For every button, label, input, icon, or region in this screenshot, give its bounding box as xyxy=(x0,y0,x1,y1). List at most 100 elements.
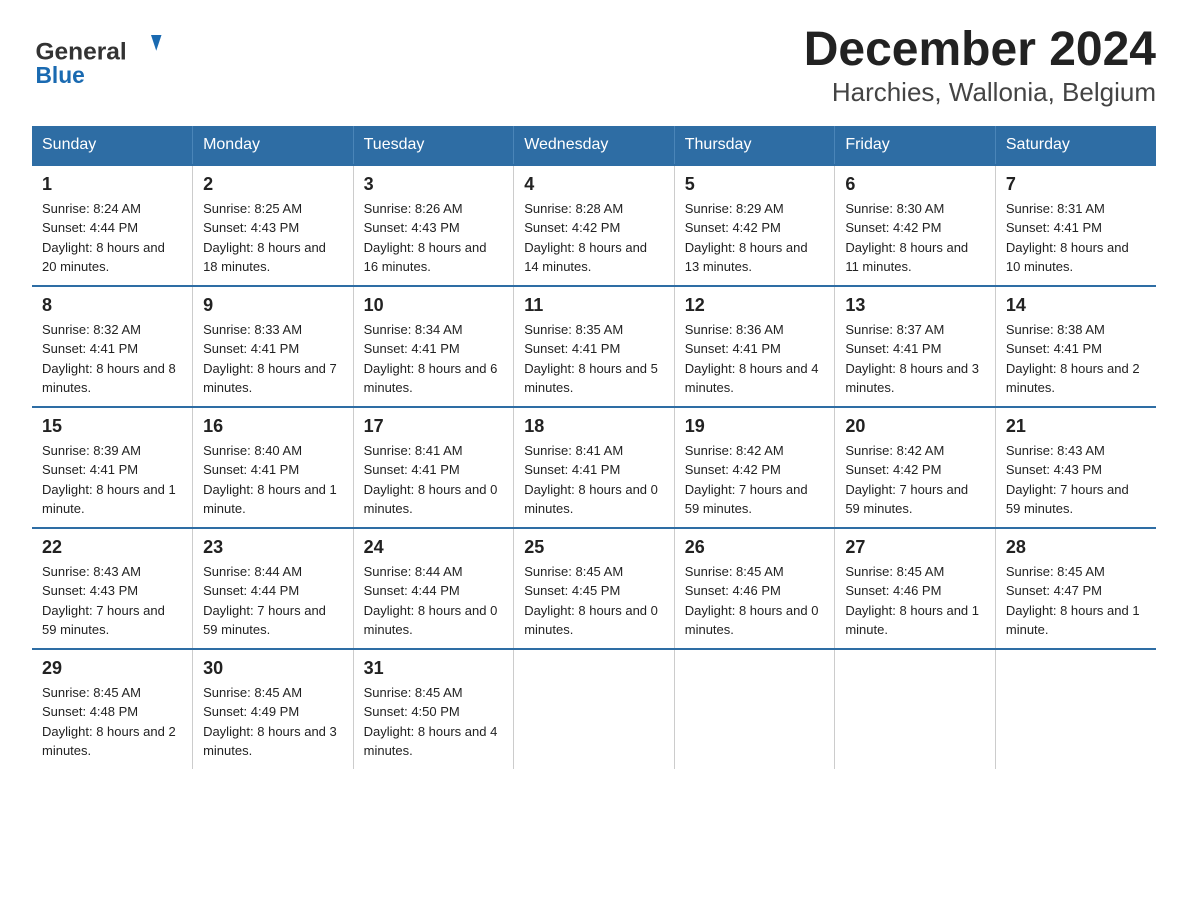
day-cell-8: 8 Sunrise: 8:32 AM Sunset: 4:41 PM Dayli… xyxy=(32,286,193,407)
sunrise-label: Sunrise: 8:34 AM xyxy=(364,322,463,337)
day-cell-17: 17 Sunrise: 8:41 AM Sunset: 4:41 PM Dayl… xyxy=(353,407,514,528)
day-cell-5: 5 Sunrise: 8:29 AM Sunset: 4:42 PM Dayli… xyxy=(674,165,835,286)
sunset-label: Sunset: 4:41 PM xyxy=(203,341,299,356)
day-number: 14 xyxy=(1006,295,1146,316)
sunrise-label: Sunrise: 8:32 AM xyxy=(42,322,141,337)
daylight-label: Daylight: 7 hours and 59 minutes. xyxy=(685,482,808,517)
sunrise-label: Sunrise: 8:41 AM xyxy=(524,443,623,458)
day-info: Sunrise: 8:24 AM Sunset: 4:44 PM Dayligh… xyxy=(42,199,182,277)
sunrise-label: Sunrise: 8:35 AM xyxy=(524,322,623,337)
sunset-label: Sunset: 4:44 PM xyxy=(203,583,299,598)
day-cell-28: 28 Sunrise: 8:45 AM Sunset: 4:47 PM Dayl… xyxy=(995,528,1156,649)
empty-cell xyxy=(674,649,835,769)
daylight-label: Daylight: 8 hours and 1 minute. xyxy=(42,482,176,517)
empty-cell xyxy=(995,649,1156,769)
day-number: 6 xyxy=(845,174,985,195)
day-info: Sunrise: 8:41 AM Sunset: 4:41 PM Dayligh… xyxy=(524,441,664,519)
day-cell-31: 31 Sunrise: 8:45 AM Sunset: 4:50 PM Dayl… xyxy=(353,649,514,769)
day-info: Sunrise: 8:34 AM Sunset: 4:41 PM Dayligh… xyxy=(364,320,504,398)
sunset-label: Sunset: 4:41 PM xyxy=(1006,341,1102,356)
day-info: Sunrise: 8:45 AM Sunset: 4:50 PM Dayligh… xyxy=(364,683,504,761)
daylight-label: Daylight: 8 hours and 0 minutes. xyxy=(524,603,658,638)
daylight-label: Daylight: 8 hours and 3 minutes. xyxy=(845,361,979,396)
sunrise-label: Sunrise: 8:31 AM xyxy=(1006,201,1105,216)
sunset-label: Sunset: 4:44 PM xyxy=(42,220,138,235)
day-info: Sunrise: 8:37 AM Sunset: 4:41 PM Dayligh… xyxy=(845,320,985,398)
day-cell-4: 4 Sunrise: 8:28 AM Sunset: 4:42 PM Dayli… xyxy=(514,165,675,286)
sunrise-label: Sunrise: 8:26 AM xyxy=(364,201,463,216)
calendar-table: SundayMondayTuesdayWednesdayThursdayFrid… xyxy=(32,126,1156,769)
sunrise-label: Sunrise: 8:24 AM xyxy=(42,201,141,216)
sunset-label: Sunset: 4:49 PM xyxy=(203,704,299,719)
sunset-label: Sunset: 4:44 PM xyxy=(364,583,460,598)
day-number: 21 xyxy=(1006,416,1146,437)
day-info: Sunrise: 8:45 AM Sunset: 4:45 PM Dayligh… xyxy=(524,562,664,640)
day-info: Sunrise: 8:42 AM Sunset: 4:42 PM Dayligh… xyxy=(845,441,985,519)
day-number: 1 xyxy=(42,174,182,195)
svg-text:Blue: Blue xyxy=(36,62,85,88)
day-info: Sunrise: 8:31 AM Sunset: 4:41 PM Dayligh… xyxy=(1006,199,1146,277)
sunrise-label: Sunrise: 8:43 AM xyxy=(42,564,141,579)
daylight-label: Daylight: 8 hours and 0 minutes. xyxy=(364,482,498,517)
day-info: Sunrise: 8:41 AM Sunset: 4:41 PM Dayligh… xyxy=(364,441,504,519)
daylight-label: Daylight: 8 hours and 16 minutes. xyxy=(364,240,487,275)
sunrise-label: Sunrise: 8:33 AM xyxy=(203,322,302,337)
daylight-label: Daylight: 7 hours and 59 minutes. xyxy=(845,482,968,517)
page-header: General Blue December 2024 Harchies, Wal… xyxy=(32,24,1156,108)
sunset-label: Sunset: 4:41 PM xyxy=(203,462,299,477)
sunset-label: Sunset: 4:42 PM xyxy=(845,220,941,235)
sunrise-label: Sunrise: 8:29 AM xyxy=(685,201,784,216)
daylight-label: Daylight: 8 hours and 1 minute. xyxy=(203,482,337,517)
week-row-1: 1 Sunrise: 8:24 AM Sunset: 4:44 PM Dayli… xyxy=(32,165,1156,286)
header-thursday: Thursday xyxy=(674,126,835,165)
sunrise-label: Sunrise: 8:45 AM xyxy=(524,564,623,579)
sunset-label: Sunset: 4:46 PM xyxy=(845,583,941,598)
sunrise-label: Sunrise: 8:43 AM xyxy=(1006,443,1105,458)
daylight-label: Daylight: 8 hours and 20 minutes. xyxy=(42,240,165,275)
sunrise-label: Sunrise: 8:39 AM xyxy=(42,443,141,458)
day-info: Sunrise: 8:39 AM Sunset: 4:41 PM Dayligh… xyxy=(42,441,182,519)
sunrise-label: Sunrise: 8:45 AM xyxy=(42,685,141,700)
sunrise-label: Sunrise: 8:37 AM xyxy=(845,322,944,337)
calendar-title: December 2024 xyxy=(804,24,1156,77)
sunset-label: Sunset: 4:42 PM xyxy=(685,220,781,235)
sunrise-label: Sunrise: 8:40 AM xyxy=(203,443,302,458)
day-cell-15: 15 Sunrise: 8:39 AM Sunset: 4:41 PM Dayl… xyxy=(32,407,193,528)
day-number: 26 xyxy=(685,537,825,558)
logo: General Blue xyxy=(32,24,172,94)
daylight-label: Daylight: 8 hours and 6 minutes. xyxy=(364,361,498,396)
day-info: Sunrise: 8:33 AM Sunset: 4:41 PM Dayligh… xyxy=(203,320,343,398)
day-number: 11 xyxy=(524,295,664,316)
day-cell-20: 20 Sunrise: 8:42 AM Sunset: 4:42 PM Dayl… xyxy=(835,407,996,528)
sunset-label: Sunset: 4:46 PM xyxy=(685,583,781,598)
week-row-4: 22 Sunrise: 8:43 AM Sunset: 4:43 PM Dayl… xyxy=(32,528,1156,649)
sunrise-label: Sunrise: 8:25 AM xyxy=(203,201,302,216)
day-info: Sunrise: 8:45 AM Sunset: 4:48 PM Dayligh… xyxy=(42,683,182,761)
day-cell-23: 23 Sunrise: 8:44 AM Sunset: 4:44 PM Dayl… xyxy=(193,528,354,649)
day-cell-30: 30 Sunrise: 8:45 AM Sunset: 4:49 PM Dayl… xyxy=(193,649,354,769)
sunrise-label: Sunrise: 8:30 AM xyxy=(845,201,944,216)
sunrise-label: Sunrise: 8:42 AM xyxy=(845,443,944,458)
day-cell-26: 26 Sunrise: 8:45 AM Sunset: 4:46 PM Dayl… xyxy=(674,528,835,649)
day-number: 8 xyxy=(42,295,182,316)
header-saturday: Saturday xyxy=(995,126,1156,165)
daylight-label: Daylight: 8 hours and 13 minutes. xyxy=(685,240,808,275)
sunset-label: Sunset: 4:41 PM xyxy=(364,341,460,356)
daylight-label: Daylight: 8 hours and 0 minutes. xyxy=(685,603,819,638)
day-number: 30 xyxy=(203,658,343,679)
sunrise-label: Sunrise: 8:41 AM xyxy=(364,443,463,458)
day-number: 16 xyxy=(203,416,343,437)
daylight-label: Daylight: 8 hours and 7 minutes. xyxy=(203,361,337,396)
daylight-label: Daylight: 8 hours and 10 minutes. xyxy=(1006,240,1129,275)
day-number: 18 xyxy=(524,416,664,437)
day-info: Sunrise: 8:45 AM Sunset: 4:49 PM Dayligh… xyxy=(203,683,343,761)
day-cell-1: 1 Sunrise: 8:24 AM Sunset: 4:44 PM Dayli… xyxy=(32,165,193,286)
day-info: Sunrise: 8:43 AM Sunset: 4:43 PM Dayligh… xyxy=(42,562,182,640)
day-number: 9 xyxy=(203,295,343,316)
sunset-label: Sunset: 4:45 PM xyxy=(524,583,620,598)
day-number: 19 xyxy=(685,416,825,437)
day-cell-13: 13 Sunrise: 8:37 AM Sunset: 4:41 PM Dayl… xyxy=(835,286,996,407)
day-number: 24 xyxy=(364,537,504,558)
sunset-label: Sunset: 4:43 PM xyxy=(1006,462,1102,477)
day-number: 22 xyxy=(42,537,182,558)
